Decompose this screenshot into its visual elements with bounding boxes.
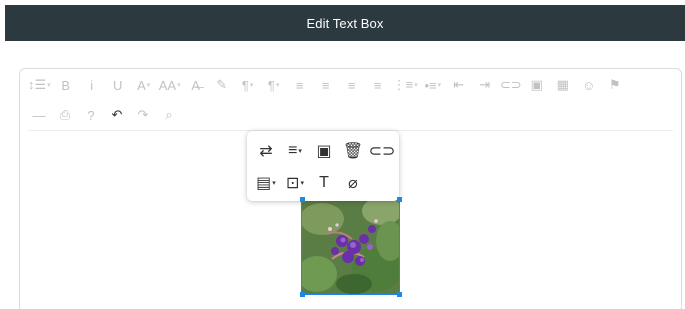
link-button[interactable]: ⊂⊃ bbox=[500, 74, 522, 96]
align-left-icon: ≡ bbox=[295, 77, 304, 93]
line-height-icon: ↕☰ bbox=[28, 77, 47, 92]
font-color-button[interactable]: A ▾ bbox=[133, 74, 155, 96]
help-button[interactable]: ? bbox=[80, 104, 102, 126]
indent-icon: ⇥ bbox=[479, 77, 491, 92]
paragraph-style-button[interactable]: ¶ ▾ bbox=[237, 74, 259, 96]
clear-format-icon: A̶ bbox=[191, 77, 200, 93]
insert-link-button[interactable]: ⊂⊃ bbox=[368, 139, 396, 163]
chevron-down-icon: ▾ bbox=[275, 82, 280, 89]
align-right-icon: ≡ bbox=[347, 77, 356, 93]
font-size-button[interactable]: AA ▾ bbox=[159, 74, 181, 96]
display-button[interactable]: ▤ ▾ bbox=[253, 171, 279, 195]
redo-button[interactable]: ↷ bbox=[132, 104, 154, 126]
dialog-header: Edit Text Box bbox=[5, 5, 685, 41]
help-icon: ? bbox=[87, 107, 95, 123]
image-icon: ▣ bbox=[530, 77, 543, 92]
delete-icon: 🗑 bbox=[342, 143, 364, 160]
chevron-down-icon: ▾ bbox=[300, 180, 304, 187]
font-color-icon: A bbox=[137, 77, 146, 93]
bold-button[interactable]: B bbox=[55, 74, 77, 96]
highlight-button[interactable]: ✎ bbox=[211, 74, 233, 96]
delete-button[interactable]: 🗑 bbox=[340, 139, 366, 163]
resize-button[interactable]: ⌀ bbox=[340, 171, 366, 195]
align-center-icon: ≡ bbox=[321, 77, 330, 93]
ordered-list-icon: ⋮≡ bbox=[392, 77, 414, 92]
chevron-down-icon: ▾ bbox=[177, 82, 181, 89]
chevron-down-icon: ▾ bbox=[298, 148, 302, 155]
resize-handle-bottom-left[interactable] bbox=[300, 292, 305, 297]
bold-icon: B bbox=[61, 77, 70, 93]
align-image-button[interactable]: ≡ ▾ bbox=[282, 139, 308, 163]
emoji-icon: ☺ bbox=[582, 77, 596, 93]
print-icon: ⎙ bbox=[59, 107, 71, 122]
image-caption-button[interactable]: ▣ bbox=[311, 139, 337, 163]
outdent-icon: ⇤ bbox=[453, 77, 465, 92]
horizontal-line-button[interactable]: — bbox=[28, 104, 50, 126]
resize-icon: ⌀ bbox=[348, 175, 358, 192]
align-left-button[interactable]: ≡ bbox=[289, 74, 311, 96]
resize-handle-top-left[interactable] bbox=[300, 197, 305, 202]
chevron-down-icon: ▾ bbox=[414, 82, 418, 89]
underline-icon: U bbox=[112, 77, 123, 93]
emoji-button[interactable]: ☺ bbox=[578, 74, 600, 96]
find-replace-icon: ⌕ bbox=[165, 107, 173, 122]
chevron-down-icon: ▾ bbox=[146, 82, 151, 89]
align-justify-icon: ≡ bbox=[373, 77, 382, 93]
link-icon: ⊂⊃ bbox=[499, 77, 522, 92]
toolbar-row-1: ↕☰ ▾ Bi U A ▾ AA ▾ A̶ ✎ ¶ ▾ ¶ ▾ ≡ ≡ ≡ ≡ ⋮≡ ▾ •≡ ▾ ⇤ ⇥ ⊂⊃ ▣ ▦ ☺ ⚑ bbox=[28, 73, 630, 97]
resize-handle-top-right[interactable] bbox=[397, 197, 402, 202]
paragraph-format-icon: ¶ bbox=[267, 77, 275, 93]
print-button[interactable]: ⎙ bbox=[54, 104, 76, 126]
flag-button[interactable]: ⚑ bbox=[604, 74, 626, 96]
insert-link-icon: ⊂⊃ bbox=[368, 143, 396, 160]
redo-icon: ↷ bbox=[137, 107, 149, 122]
flag-icon: ⚑ bbox=[608, 77, 621, 92]
replace-icon: ⇄ bbox=[259, 143, 273, 160]
align-image-icon: ≡ bbox=[288, 142, 298, 159]
chevron-down-icon: ▾ bbox=[437, 82, 442, 89]
undo-button[interactable]: ↶ bbox=[106, 104, 128, 126]
undo-icon: ↶ bbox=[111, 107, 123, 122]
unordered-list-icon: •≡ bbox=[424, 77, 437, 93]
outdent-button[interactable]: ⇤ bbox=[448, 74, 470, 96]
image-popup-row-1: ⇄ ≡ ▾ ▣ 🗑 ⊂⊃ bbox=[253, 139, 398, 163]
chevron-down-icon: ▾ bbox=[47, 82, 51, 89]
resize-handle-bottom-right[interactable] bbox=[397, 292, 402, 297]
italic-icon: i bbox=[90, 77, 94, 93]
paragraph-format-button[interactable]: ¶ ▾ bbox=[263, 74, 285, 96]
paragraph-style-icon: ¶ bbox=[241, 77, 249, 93]
find-replace-button[interactable]: ⌕ bbox=[158, 104, 180, 126]
align-justify-button[interactable]: ≡ bbox=[367, 74, 389, 96]
table-icon: ▦ bbox=[556, 77, 569, 92]
clear-format-button[interactable]: A̶ bbox=[185, 74, 207, 96]
flower-photo bbox=[302, 199, 399, 294]
underline-button[interactable]: U bbox=[107, 74, 129, 96]
image-style-button[interactable]: ⊡ ▾ bbox=[282, 171, 308, 195]
selected-image[interactable] bbox=[301, 198, 400, 295]
table-button[interactable]: ▦ bbox=[552, 74, 574, 96]
image-caption-icon: ▣ bbox=[316, 143, 332, 160]
highlight-icon: ✎ bbox=[216, 77, 228, 92]
font-size-icon: AA bbox=[158, 77, 177, 93]
unordered-list-button[interactable]: •≡ ▾ bbox=[422, 74, 444, 96]
image-edit-popup: ⇄ ≡ ▾ ▣ 🗑 ⊂⊃ ▤ ▾ ⊡ ▾ T ⌀ bbox=[247, 131, 399, 201]
dialog-title: Edit Text Box bbox=[306, 15, 384, 31]
line-height-button[interactable]: ↕☰ ▾ bbox=[28, 74, 51, 96]
chevron-down-icon: ▾ bbox=[272, 180, 276, 187]
image-popup-row-2: ▤ ▾ ⊡ ▾ T ⌀ bbox=[253, 171, 369, 195]
image-style-icon: ⊡ bbox=[286, 175, 300, 192]
ordered-list-button[interactable]: ⋮≡ ▾ bbox=[393, 74, 418, 96]
toolbar-row-2: — ⎙? ↶ ↷ ⌕ bbox=[28, 103, 184, 127]
italic-button[interactable]: i bbox=[81, 74, 103, 96]
display-icon: ▤ bbox=[256, 175, 272, 192]
replace-button[interactable]: ⇄ bbox=[253, 139, 279, 163]
horizontal-line-icon: — bbox=[32, 107, 46, 123]
alt-text-icon: T bbox=[319, 174, 329, 191]
chevron-down-icon: ▾ bbox=[249, 82, 254, 89]
indent-button[interactable]: ⇥ bbox=[474, 74, 496, 96]
alt-text-button[interactable]: T bbox=[311, 171, 337, 195]
align-right-button[interactable]: ≡ bbox=[341, 74, 363, 96]
align-center-button[interactable]: ≡ bbox=[315, 74, 337, 96]
image-button[interactable]: ▣ bbox=[526, 74, 548, 96]
